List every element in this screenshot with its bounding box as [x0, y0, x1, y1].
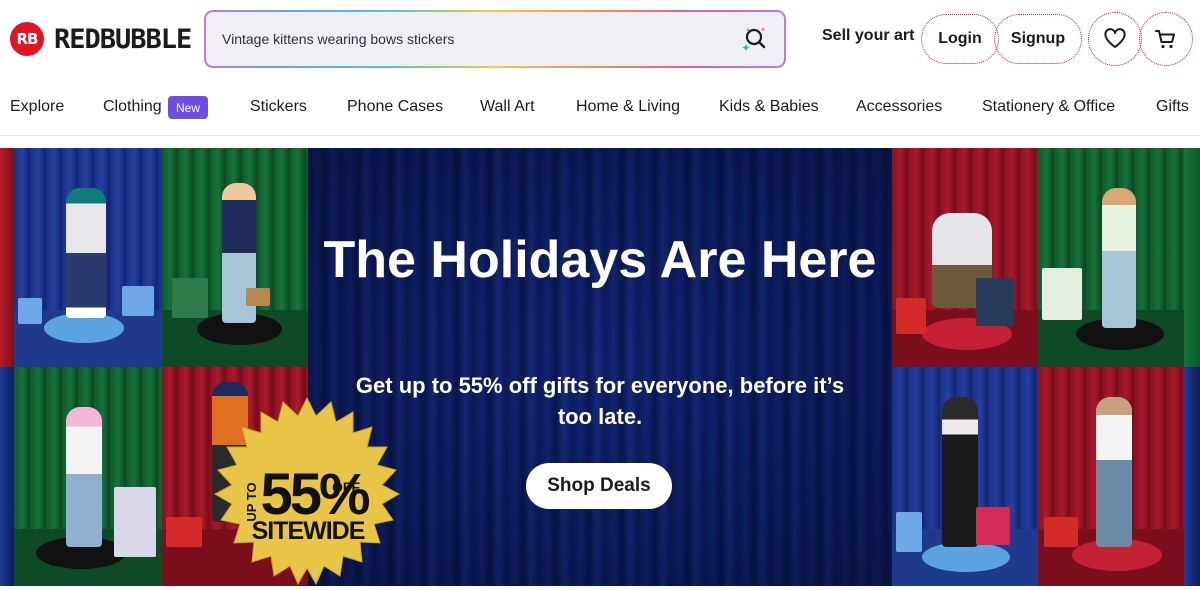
cart-icon: [1155, 30, 1175, 49]
wishlist-button[interactable]: [1088, 12, 1142, 66]
photo-tile-model: [1038, 367, 1184, 586]
hero-subline: Get up to 55% off gifts for everyone, be…: [355, 373, 845, 429]
search-input[interactable]: Vintage kittens wearing bows stickers: [222, 31, 738, 47]
photo-tile-model: [14, 148, 162, 367]
badge-up-to: UP TO: [244, 482, 259, 521]
photo-tile-edge: [0, 148, 14, 367]
sell-your-art-link[interactable]: Sell your art: [822, 27, 914, 45]
logo-wordmark: REDBUBBLE: [54, 23, 192, 55]
redbubble-logo[interactable]: RB REDBUBBLE: [10, 22, 192, 56]
photo-tile-model: [892, 148, 1038, 367]
new-badge: New: [168, 96, 208, 119]
nav-item-gifts[interactable]: Gifts: [1156, 98, 1189, 116]
nav-item-accessories[interactable]: Accessories: [856, 98, 942, 116]
nav-item-clothing[interactable]: Clothing: [103, 98, 162, 116]
hero-headline: The Holidays Are Here: [323, 231, 877, 289]
sale-burst-badge: UP TO 55% OFF SITEWIDE: [213, 396, 401, 586]
login-label: Login: [938, 30, 982, 47]
badge-off: OFF: [332, 479, 360, 495]
signup-label: Signup: [1010, 30, 1066, 47]
search-icon[interactable]: [738, 24, 768, 54]
nav-item-stationery-office[interactable]: Stationery & Office: [982, 98, 1115, 116]
heart-icon: [1104, 28, 1126, 48]
photo-tile-edge: [1184, 367, 1200, 586]
photo-tile-model: [892, 367, 1038, 586]
nav-item-home-living[interactable]: Home & Living: [576, 98, 680, 116]
photo-tile-edge: [0, 367, 14, 586]
login-button[interactable]: Login: [921, 14, 999, 64]
hero-banner[interactable]: The Holidays Are Here Get up to 55% off …: [0, 148, 1200, 586]
nav-item-wall-art[interactable]: Wall Art: [480, 98, 535, 116]
signup-button[interactable]: Signup: [994, 14, 1082, 64]
nav-item-stickers[interactable]: Stickers: [250, 98, 307, 116]
cart-button[interactable]: [1139, 12, 1193, 66]
logo-mark-icon: RB: [10, 22, 44, 56]
nav-item-explore[interactable]: Explore: [10, 98, 64, 116]
site-header: RB REDBUBBLE Vintage kittens wearing bow…: [0, 0, 1200, 78]
photo-tile-model: [14, 367, 162, 586]
nav-item-phone-cases[interactable]: Phone Cases: [347, 98, 443, 116]
badge-sitewide: SITEWIDE: [252, 517, 365, 545]
search-bar[interactable]: Vintage kittens wearing bows stickers: [204, 10, 786, 68]
photo-tile-model: [1038, 148, 1184, 367]
photo-tile-edge: [1184, 148, 1200, 367]
shop-deals-button[interactable]: Shop Deals: [526, 463, 672, 509]
photo-tile-model: [162, 148, 308, 367]
nav-item-kids-babies[interactable]: Kids & Babies: [719, 98, 819, 116]
